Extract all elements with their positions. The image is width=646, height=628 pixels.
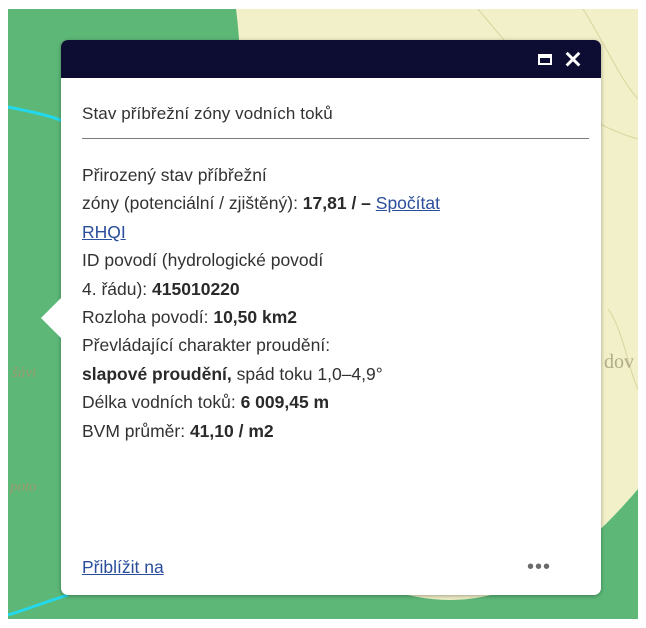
area-value: 10,50 km2	[213, 307, 298, 328]
bvm-line: BVM průměr: 41,10 / m2	[82, 417, 592, 445]
length-value: 6 009,45 m	[240, 392, 330, 413]
more-actions-button[interactable]: •••	[527, 557, 551, 577]
maximize-button[interactable]	[535, 49, 555, 69]
flow-slope: spád toku 1,0–4,9°	[231, 363, 383, 384]
popup-pointer	[41, 298, 61, 338]
feature-popup: × Stav příbřežní zóny vodních toků Přiro…	[41, 40, 601, 595]
popup-header: ×	[61, 40, 601, 78]
length-label: Délka vodních toků:	[82, 392, 241, 413]
natural-state-line2: zóny (potenciální / zjištěný): 17,81 / –…	[82, 189, 592, 217]
popup-title: Stav příbřežní zóny vodních toků	[82, 104, 589, 139]
basin-id-label: 4. řádu):	[82, 278, 153, 299]
area-label: Rozloha povodí:	[82, 307, 214, 328]
maximize-icon	[538, 53, 552, 65]
map-contour-line	[607, 308, 638, 390]
flow-line: slapové proudění, spád toku 1,0–4,9°	[82, 360, 592, 388]
length-line: Délka vodních toků: 6 009,45 m	[82, 388, 592, 416]
compute-rhqi-link[interactable]: Spočítat	[376, 193, 440, 213]
area-line: Rozloha povodí: 10,50 km2	[82, 303, 592, 331]
basin-id-value: 415010220	[152, 278, 240, 299]
compute-rhqi-link-cont[interactable]: RHQI	[82, 222, 126, 242]
basin-id-line2: 4. řádu): 415010220	[82, 275, 592, 303]
map-place-label: poto	[10, 479, 37, 495]
map-place-label: šávi	[12, 365, 37, 381]
popup-content: Přirozený stav příbřežní zóny (potenciál…	[82, 161, 592, 445]
close-button[interactable]: ×	[562, 44, 584, 73]
basin-id-line1: ID povodí (hydrologické povodí	[82, 250, 324, 271]
bvm-label: BVM průměr:	[82, 420, 190, 441]
natural-state-label: zóny (potenciální / zjištěný):	[82, 193, 303, 214]
map-place-label: dov	[604, 351, 634, 373]
close-icon: ×	[562, 44, 584, 73]
natural-state-value: 17,81 / –	[302, 193, 376, 214]
compute-link-line: RHQI	[82, 218, 592, 246]
flow-label: Převládající charakter proudění:	[82, 335, 331, 356]
bvm-value: 41,10 / m2	[189, 420, 274, 441]
natural-state-line1: Přirozený stav příbřežní	[82, 165, 267, 185]
flow-value: slapové proudění,	[82, 363, 232, 384]
zoom-to-link[interactable]: Přiblížit na	[82, 557, 164, 578]
